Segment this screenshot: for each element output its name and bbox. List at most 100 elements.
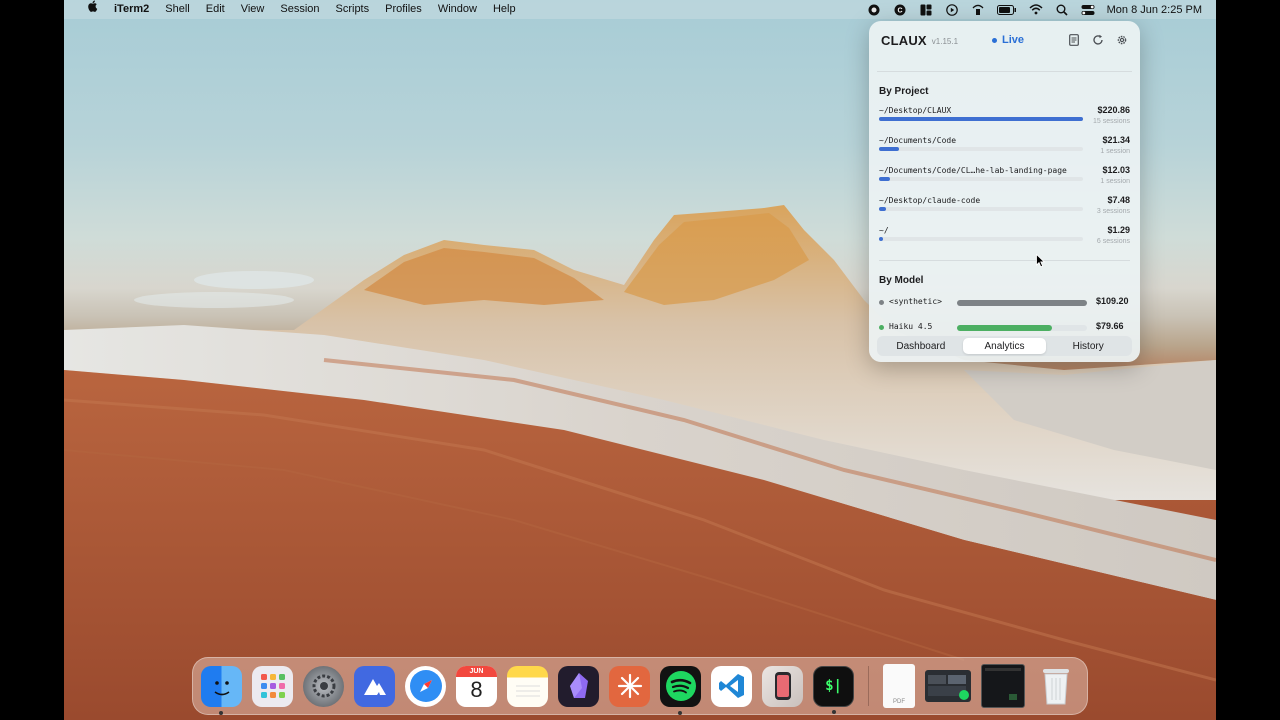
header-divider (877, 71, 1132, 72)
dock-launchpad-icon[interactable] (252, 665, 293, 707)
play-icon[interactable] (945, 3, 959, 16)
mouse-cursor-icon (1036, 254, 1046, 268)
dock-folder-stack-icon[interactable] (925, 670, 971, 702)
record-icon[interactable] (867, 4, 881, 16)
project-row[interactable]: ~/Desktop/CLAUX $220.86 15 sessions (879, 105, 1130, 136)
document-icon[interactable] (1068, 34, 1080, 46)
dock-pdf-document-icon[interactable]: PDF (883, 664, 915, 708)
dock-spotify-icon[interactable] (660, 665, 701, 715)
project-bar-track (879, 177, 1083, 181)
wifi-icon[interactable] (1029, 4, 1043, 16)
menu-help[interactable]: Help (485, 0, 524, 19)
project-row[interactable]: ~/Documents/Code/CL…he-lab-landing-page … (879, 165, 1130, 196)
project-row[interactable]: ~/ $1.29 6 sessions (879, 225, 1130, 256)
project-path: ~/Documents/Code/CL…he-lab-landing-page (879, 166, 1067, 175)
project-bar-track (879, 117, 1083, 121)
control-center-icon[interactable] (1081, 4, 1095, 16)
calendar-day: 8 (470, 676, 483, 702)
tab-analytics[interactable]: Analytics (962, 338, 1047, 354)
project-cost: $12.03 (1102, 165, 1130, 175)
model-bar-track (957, 300, 1087, 306)
menu-clock[interactable]: Mon 8 Jun 2:25 PM (1107, 4, 1202, 16)
project-bar-fill (879, 177, 891, 181)
dock-iphone-mirroring-icon[interactable] (762, 665, 803, 707)
project-path: ~/ (879, 226, 889, 235)
running-indicator (219, 710, 223, 715)
dock-claude-icon[interactable] (609, 665, 650, 707)
tab-history[interactable]: History (1046, 338, 1130, 354)
menu-profiles[interactable]: Profiles (377, 0, 430, 19)
tab-dashboard[interactable]: Dashboard (879, 338, 963, 354)
menu-window[interactable]: Window (430, 0, 485, 19)
dock-terminal-window-icon[interactable] (981, 664, 1025, 708)
live-status: Live (992, 34, 1024, 46)
dock-separator (868, 666, 869, 706)
project-cost: $1.29 (1107, 225, 1130, 235)
model-cost: $109.20 (1096, 296, 1129, 306)
menu-view[interactable]: View (233, 0, 273, 19)
model-bar-fill (957, 300, 1087, 306)
brand-title: CLAUX (881, 32, 927, 48)
live-label: Live (1002, 34, 1025, 46)
version-label: v1.15.1 (931, 36, 959, 46)
desktop: iTerm2 Shell Edit View Session Scripts P… (64, 0, 1216, 720)
claux-icon[interactable]: C (893, 4, 907, 16)
window-layout-icon[interactable] (919, 4, 933, 16)
model-name: <synthetic> (889, 297, 942, 306)
analytics-scroll-area[interactable]: By Project ~/Desktop/CLAUX $220.86 15 se… (869, 73, 1140, 331)
project-cost: $7.48 (1107, 195, 1130, 205)
battery-icon[interactable] (996, 4, 1017, 16)
dock-vscode-icon[interactable] (711, 665, 752, 707)
dock-obsidian-icon[interactable] (558, 665, 599, 707)
dock-system-settings-icon[interactable] (303, 665, 344, 707)
panel-header: CLAUX v1.15.1 Live (869, 21, 1140, 59)
dock-trash-icon[interactable] (1035, 666, 1076, 707)
dock-finder-icon[interactable] (201, 665, 242, 715)
menu-session[interactable]: Session (272, 0, 327, 19)
project-bar-fill (879, 207, 886, 211)
project-path: ~/Documents/Code (879, 136, 957, 145)
menu-edit[interactable]: Edit (198, 0, 233, 19)
dock-notes-icon[interactable] (507, 665, 548, 707)
model-bar-track (957, 325, 1087, 331)
by-model-title: By Model (879, 275, 924, 286)
refresh-icon[interactable] (1092, 34, 1104, 46)
model-row[interactable]: <synthetic> $109.20 (879, 295, 1130, 320)
wifi-calling-icon[interactable] (971, 4, 985, 16)
search-icon[interactable] (1055, 4, 1069, 16)
model-color-dot (879, 300, 884, 305)
gear-icon[interactable] (1116, 34, 1128, 46)
menu-bar: iTerm2 Shell Edit View Session Scripts P… (64, 0, 1216, 19)
panel-tabs: Dashboard Analytics History (877, 336, 1132, 356)
project-sessions: 15 sessions (1093, 118, 1130, 125)
project-path: ~/Desktop/claude-code (879, 196, 981, 205)
menu-shell[interactable]: Shell (157, 0, 197, 19)
model-row[interactable]: Haiku 4.5 $79.66 (879, 320, 1130, 331)
dock-safari-icon[interactable] (405, 665, 446, 707)
running-indicator (678, 710, 682, 715)
project-bar-track (879, 147, 1083, 151)
model-cost: $79.66 (1096, 321, 1124, 331)
dock-calendar-icon[interactable]: JUN 8 (456, 665, 497, 707)
apple-menu-icon[interactable] (80, 0, 106, 19)
menu-app-name[interactable]: iTerm2 (106, 0, 157, 19)
calendar-month: JUN (456, 665, 497, 677)
project-row[interactable]: ~/Desktop/claude-code $7.48 3 sessions (879, 195, 1130, 226)
iterm-prompt: $| (825, 678, 842, 694)
project-bar-fill (879, 117, 1083, 121)
claux-popover: CLAUX v1.15.1 Live By Project ~/Desktop/… (869, 21, 1140, 362)
dock-iterm2-icon[interactable]: $| (813, 665, 854, 714)
menu-scripts[interactable]: Scripts (328, 0, 378, 19)
project-bar-fill (879, 147, 899, 151)
project-sessions: 1 session (1100, 148, 1130, 155)
model-bar-fill (957, 325, 1052, 331)
svg-text:C: C (897, 7, 902, 14)
project-sessions: 3 sessions (1096, 208, 1130, 215)
project-row[interactable]: ~/Documents/Code $21.34 1 session (879, 135, 1130, 166)
live-dot-icon (992, 37, 998, 43)
project-path: ~/Desktop/CLAUX (879, 106, 952, 115)
model-color-dot (879, 325, 884, 330)
project-sessions: 1 session (1100, 178, 1130, 185)
pdf-label: PDF (893, 699, 905, 705)
dock-nordvpn-icon[interactable] (354, 665, 395, 707)
